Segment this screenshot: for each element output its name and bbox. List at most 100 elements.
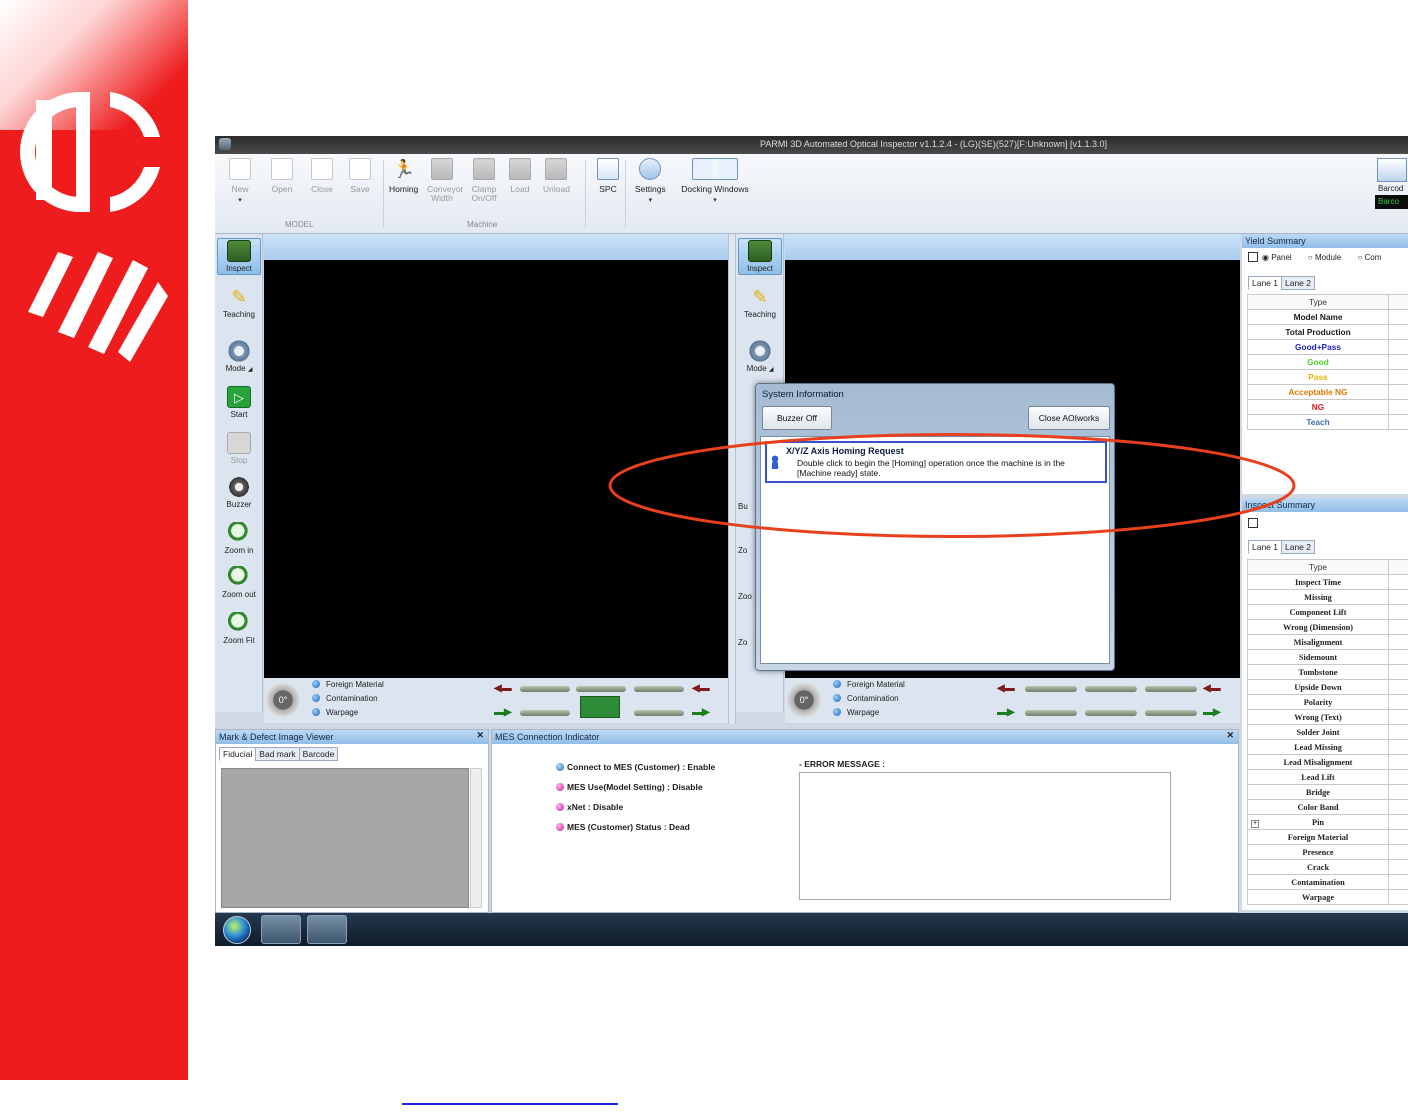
inspect-button[interactable]: Inspect: [217, 238, 261, 275]
new-button[interactable]: New ▾: [229, 158, 251, 205]
zoom-out-button[interactable]: Zoom out: [217, 566, 261, 599]
splitter[interactable]: [728, 234, 736, 724]
mode-label: Mode: [225, 364, 246, 373]
unload-button[interactable]: Unload: [543, 158, 570, 194]
zoom-out-label: Zoo: [738, 592, 752, 601]
inspect-row: Wrong (Dimension): [1247, 619, 1408, 635]
homing-request-message[interactable]: X/Y/Z Axis Homing Request Double click t…: [765, 441, 1107, 483]
load-button[interactable]: Load: [509, 158, 531, 194]
yield-summary-title: Yield Summary: [1242, 234, 1408, 248]
conveyor-segment: [520, 710, 570, 716]
unload-icon: [545, 158, 568, 180]
yield-row-label: Model Name: [1247, 309, 1389, 325]
yield-summary-panel: Yield Summary ◉ Panel ○ Module ○ Com Lan…: [1242, 234, 1408, 494]
inspect-row: Lead Lift: [1247, 769, 1408, 785]
yield-row-label: NG: [1247, 399, 1389, 415]
module-radio[interactable]: ○ Module: [1308, 253, 1341, 262]
rotation-dial[interactable]: 0°: [266, 683, 300, 717]
spc-button[interactable]: SPC: [597, 158, 619, 194]
tab-lane1[interactable]: Lane 1: [1248, 276, 1282, 290]
yield-row: Total Production: [1247, 324, 1408, 340]
close-button[interactable]: Close: [311, 158, 333, 194]
mode-button-lane2[interactable]: Mode ◢: [738, 340, 782, 375]
ribbon-separator: [383, 160, 384, 228]
viewer-scrollbar[interactable]: [470, 768, 482, 908]
footer-link-underline[interactable]: [402, 1103, 618, 1105]
yield-row-value: [1388, 399, 1408, 415]
buzzer-off-button[interactable]: Buzzer Off: [762, 406, 832, 430]
mes-close-icon[interactable]: ✕: [1226, 730, 1234, 741]
mode-button[interactable]: Mode ◢: [217, 340, 261, 375]
lane1-camera-view[interactable]: [264, 260, 728, 678]
barcode-icon: [1377, 158, 1407, 182]
save-icon[interactable]: [1248, 518, 1258, 528]
zoom-in-label: Zo: [738, 546, 748, 555]
inspect-value-header: [1388, 559, 1408, 575]
open-button[interactable]: Open: [271, 158, 293, 194]
inspect-row: Inspect Time: [1247, 574, 1408, 590]
yield-row-value: [1388, 339, 1408, 355]
yield-row-value: [1388, 324, 1408, 340]
panel-radio[interactable]: ◉ Panel: [1262, 253, 1292, 262]
yield-row-label: Good: [1247, 354, 1389, 370]
start-button[interactable]: ▷ Start: [217, 386, 261, 419]
mark-defect-viewer: Mark & Defect Image Viewer ✕ Fiducial Bad …: [215, 729, 489, 913]
zoom-in-button[interactable]: Zoom in: [217, 522, 261, 555]
taskbar-app-button[interactable]: [307, 915, 347, 944]
barcode-label: Barcod: [1378, 184, 1404, 193]
conveyor-segment: [1025, 710, 1077, 716]
pin-expand-icon[interactable]: +: [1251, 820, 1259, 828]
inspect-row: Lead Misalignment: [1247, 754, 1408, 770]
yield-row-label: Teach: [1247, 414, 1389, 430]
settings-button[interactable]: Settings ▾: [635, 158, 666, 205]
xnet-status: xNet : Disable: [556, 802, 623, 812]
tab-lane2[interactable]: Lane 2: [1281, 276, 1315, 290]
tab-fiducial[interactable]: Fiducial: [219, 747, 257, 761]
mode-expand-icon: ◢: [247, 367, 253, 373]
error-message-box[interactable]: [799, 772, 1171, 900]
conveyor-width-button[interactable]: Conveyor Width: [427, 158, 463, 203]
new-dropdown-arrow: ▾: [238, 197, 242, 204]
save-icon[interactable]: [1248, 252, 1258, 262]
inspect-row-label: Foreign Material: [1247, 829, 1389, 845]
inspect-row-label: Inspect Time: [1247, 574, 1389, 590]
lane2-view-header: [785, 234, 1240, 260]
inspect-type-header: Type: [1247, 559, 1389, 575]
close-aoiworks-button[interactable]: Close AOIworks: [1028, 406, 1110, 430]
save-button[interactable]: Save: [349, 158, 371, 194]
inspect-row: Warpage: [1247, 889, 1408, 905]
taskbar-app-button[interactable]: [261, 915, 301, 944]
tab-lane1[interactable]: Lane 1: [1248, 540, 1282, 554]
company-logo: [20, 92, 168, 362]
viewer-tabs: Fiducial Bad mark Barcode: [219, 747, 339, 761]
homing-figure-icon: 🏃: [392, 159, 416, 179]
mes-title: MES Connection Indicator ✕: [492, 730, 1238, 744]
contamination-indicator: Contamination: [833, 694, 899, 703]
viewer-title-text: Mark & Defect Image Viewer: [219, 732, 334, 742]
conveyor-right-arrow-icon: ▬▶: [1203, 707, 1221, 718]
inspect-row-label: Contamination: [1247, 874, 1389, 890]
start-orb-icon[interactable]: [223, 916, 251, 944]
zoom-fit-button[interactable]: Zoom Fit: [217, 612, 261, 645]
rotation-dial[interactable]: 0°: [787, 683, 821, 717]
viewer-close-icon[interactable]: ✕: [476, 730, 484, 741]
inspect-button-lane2[interactable]: Inspect: [738, 238, 782, 275]
clamp-button[interactable]: Clamp On/Off: [469, 158, 499, 203]
homing-button[interactable]: 🏃 Homing: [389, 158, 418, 194]
contamination-indicator: Contamination: [312, 694, 378, 703]
zoom-in-icon: [227, 522, 251, 544]
tab-lane2[interactable]: Lane 2: [1281, 540, 1315, 554]
buzzer-button[interactable]: Buzzer: [217, 476, 261, 509]
tab-barcode[interactable]: Barcode: [298, 747, 339, 761]
teaching-button[interactable]: ✎ Teaching: [217, 286, 261, 319]
teaching-button-lane2[interactable]: ✎ Teaching: [738, 286, 782, 319]
component-radio[interactable]: ○ Com: [1357, 253, 1381, 262]
inspect-board-icon: [748, 240, 772, 262]
tab-bad-mark[interactable]: Bad mark: [255, 747, 300, 761]
docking-windows-button[interactable]: Docking Windows ▾: [677, 158, 753, 205]
spc-chart-icon: [597, 158, 619, 180]
inspect-row: Solder Joint: [1247, 724, 1408, 740]
barcode-button[interactable]: Barcod Barco: [1375, 158, 1408, 218]
mes-customer-status: MES (Customer) Status : Dead: [556, 822, 690, 832]
stop-button[interactable]: Stop: [217, 432, 261, 465]
